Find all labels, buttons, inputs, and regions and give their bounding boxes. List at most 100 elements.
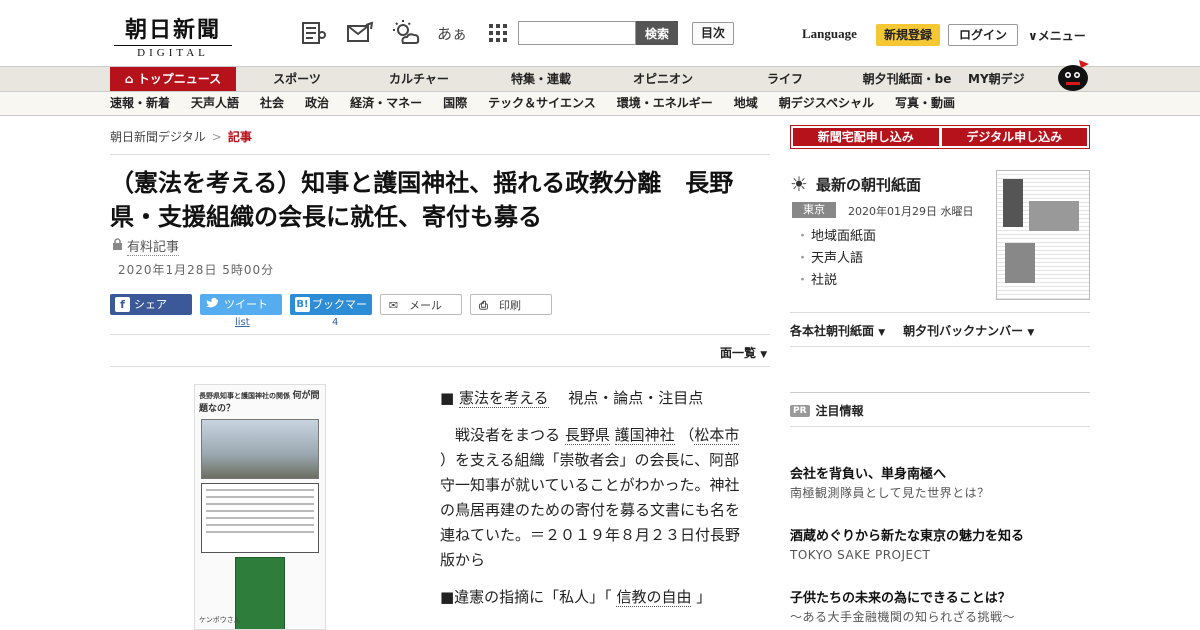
chevron-down-icon: ∨	[1028, 29, 1038, 43]
figure-caption: ケンポウさん	[199, 616, 241, 624]
nav2-item[interactable]: テック＆サイエンス	[488, 92, 617, 115]
font-size-icon-label: あぁ	[436, 24, 467, 43]
nav-top-news[interactable]: ⌂ トップニュース	[110, 67, 236, 91]
logo-main-text: 朝日新聞	[124, 17, 221, 43]
hatena-count[interactable]: 4	[332, 317, 338, 328]
facebook-share-label: シェア	[134, 298, 167, 311]
paper-subscribe-button[interactable]: 新聞宅配申し込み	[793, 128, 939, 146]
grid-icon[interactable]	[482, 18, 514, 48]
mascot-icon[interactable]	[1055, 58, 1091, 92]
nav2-item[interactable]: 天声人語	[191, 92, 260, 115]
article-body: ■ 憲法を考える 視点・論点・注目点 戦没者をまつる 長野県 護国神社 （松本市…	[440, 386, 750, 622]
pr-item-sub: 南極観測隊員として見た世界とは？	[790, 486, 990, 500]
pr-title: 注目情報	[815, 404, 864, 418]
mail-icon[interactable]	[344, 18, 376, 48]
nav-opinion[interactable]: オピニオン	[602, 67, 724, 91]
series-suffix: 視点・論点・注目点	[568, 389, 704, 407]
envelope-icon: ✉	[388, 299, 399, 312]
login-button[interactable]: ログイン	[948, 24, 1018, 46]
nav2-item[interactable]: 速報・新着	[110, 92, 191, 115]
pr-item-sub: ～ある大手金融機関の知られざる挑戦～	[790, 610, 1016, 624]
article-figure[interactable]: 長野県知事と護国神社の関係 何が問題なの？ ケンポウさん	[194, 384, 326, 630]
nav2-item[interactable]: 環境・エネルギー	[617, 92, 734, 115]
paid-label[interactable]: 有料記事	[127, 236, 180, 256]
link-gokoku-shrine[interactable]: 護国神社	[614, 426, 675, 445]
divider	[110, 366, 770, 367]
twitter-icon	[205, 297, 220, 312]
home-icon: ⌂	[124, 72, 134, 86]
nav-sports[interactable]: スポーツ	[236, 67, 358, 91]
page-list-dropdown[interactable]: 面一覧 ▼	[720, 344, 767, 361]
figure-textbox	[201, 483, 319, 553]
archive-morning-dropdown[interactable]: 各本社朝刊紙面 ▼	[790, 322, 885, 339]
divider	[110, 334, 770, 335]
nav2-item[interactable]: 政治	[305, 92, 350, 115]
signup-button[interactable]: 新規登録	[876, 24, 940, 46]
edition-badge: 東京	[792, 202, 836, 218]
breadcrumb-home[interactable]: 朝日新聞デジタル	[110, 130, 206, 144]
breadcrumb-current: 記事	[227, 130, 252, 144]
paper-link[interactable]: 天声人語	[796, 248, 876, 270]
series-link[interactable]: 憲法を考える	[458, 389, 549, 408]
nav2-item[interactable]: 写真・動画	[895, 92, 976, 115]
search-input[interactable]	[518, 21, 636, 45]
nav-paper[interactable]: 朝夕刊紙面・be	[846, 67, 968, 91]
mail-share-button[interactable]: ✉ メール	[380, 294, 462, 315]
link-matsumoto[interactable]: 松本市	[694, 426, 740, 445]
nav-life[interactable]: ライフ	[724, 67, 846, 91]
hatena-label: ブックマーク	[312, 298, 367, 332]
twitter-count[interactable]: list	[235, 317, 250, 328]
newspaper-thumbnail[interactable]	[996, 170, 1090, 300]
nav2-item[interactable]: 経済・マネー	[350, 92, 443, 115]
nav2-item[interactable]: 朝デジスペシャル	[779, 92, 895, 115]
hatena-bookmark-button[interactable]: B! ブックマーク	[290, 294, 372, 332]
figure-heading-text: 長野県知事と護国神社の関係	[199, 392, 290, 400]
breadcrumb: 朝日新聞デジタル > 記事	[110, 128, 252, 145]
divider	[110, 154, 770, 155]
paper-link[interactable]: 地域面紙面	[796, 226, 876, 248]
nav2-item[interactable]: 地域	[734, 92, 779, 115]
menu-button[interactable]: ∨メニュー	[1028, 27, 1086, 44]
news-icon[interactable]	[298, 18, 330, 48]
link-nagano[interactable]: 長野県	[564, 426, 610, 445]
archive-label: 各本社朝刊紙面	[790, 324, 875, 338]
print-label: 印刷	[499, 299, 521, 312]
pr-item-title: 子供たちの未来の為にできることは？	[790, 591, 1011, 606]
figure-photo	[201, 419, 319, 479]
breadcrumb-separator: >	[211, 130, 222, 144]
logo-sub-text: DIGITAL	[114, 45, 232, 59]
figure-heading: 長野県知事と護国神社の関係 何が問題なの？	[195, 385, 325, 417]
nav-features[interactable]: 特集・連載	[480, 67, 602, 91]
facebook-share-button[interactable]: f シェア	[110, 294, 192, 315]
pr-item-title: 会社を背負い、単身南極へ	[790, 467, 947, 482]
nav-culture[interactable]: カルチャー	[358, 67, 480, 91]
caret-down-icon: ▼	[1027, 328, 1035, 338]
language-link[interactable]: Language	[802, 26, 857, 42]
pr-item[interactable]: 子供たちの未来の為にできることは？ ～ある大手金融機関の知られざる挑戦～	[790, 590, 1090, 626]
pr-item[interactable]: 酒蔵めぐりから新たな東京の魅力を知る TOKYO SAKE PROJECT	[790, 528, 1090, 564]
pr-item[interactable]: 会社を背負い、単身南極へ 南極観測隊員として見た世界とは？	[790, 466, 1090, 502]
nav2-item[interactable]: 国際	[443, 92, 488, 115]
weather-icon[interactable]	[390, 18, 422, 48]
nav-label: トップニュース	[137, 72, 222, 86]
back-number-dropdown[interactable]: 朝夕刊バックナンバー ▼	[903, 322, 1034, 339]
site-logo[interactable]: 朝日新聞 DIGITAL	[114, 12, 232, 59]
search-bar: 検索	[518, 21, 678, 45]
print-button[interactable]: ⎙ 印刷	[470, 294, 552, 315]
divider	[790, 346, 1090, 347]
primary-nav: ⌂ トップニュース スポーツ カルチャー 特集・連載 オピニオン ライフ 朝夕刊…	[0, 66, 1200, 92]
toc-button[interactable]: 目次	[692, 22, 734, 45]
nav2-item[interactable]: 社会	[260, 92, 305, 115]
facebook-icon: f	[115, 297, 130, 312]
secondary-nav: 速報・新着 天声人語 社会 政治 経済・マネー 国際 テック＆サイエンス 環境・…	[0, 92, 1200, 116]
paragraph: ■違憲の指摘に「私人」「 信教の自由 」	[440, 585, 750, 610]
search-button[interactable]: 検索	[636, 21, 678, 45]
font-size-icon[interactable]: あぁ	[436, 18, 468, 48]
digital-subscribe-button[interactable]: デジタル申し込み	[941, 128, 1087, 146]
paper-link[interactable]: 社説	[796, 270, 876, 292]
twitter-share-button[interactable]: ツイート	[200, 294, 282, 315]
series-line: ■ 憲法を考える 視点・論点・注目点	[440, 389, 704, 408]
latest-paper-title: 最新の朝刊紙面	[815, 175, 921, 194]
pr-heading: PR 注目情報	[790, 402, 864, 419]
link-religious-freedom[interactable]: 信教の自由	[616, 588, 692, 607]
